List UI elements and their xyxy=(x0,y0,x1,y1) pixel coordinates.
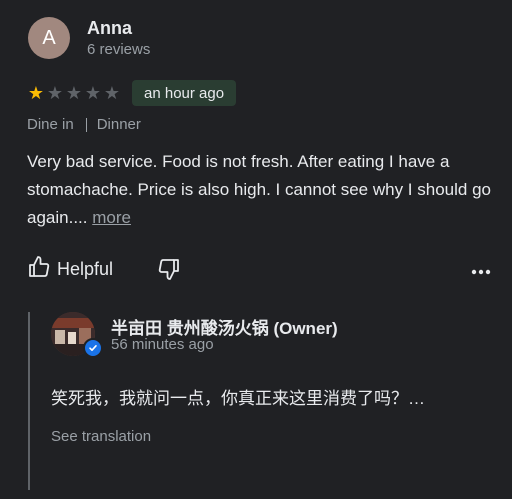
reviewer-review-count: 6 reviews xyxy=(87,41,151,58)
more-link[interactable]: more xyxy=(92,208,131,227)
star-empty-icon: ★ xyxy=(103,83,121,103)
helpful-button[interactable]: Helpful xyxy=(27,255,113,284)
thumbs-up-icon xyxy=(27,255,51,284)
visit-meta: Dine in Dinner xyxy=(27,116,141,133)
more-horiz-icon xyxy=(471,262,491,279)
thumbs-down-icon xyxy=(156,259,182,285)
reply-thread-line xyxy=(28,312,30,490)
meta-divider xyxy=(85,117,87,132)
star-empty-icon: ★ xyxy=(84,83,102,103)
owner-reply-text: 笑死我，我就问一点，你真正来这里消费了吗？… xyxy=(51,389,425,408)
star-rating: ★ ★ ★ ★ ★ xyxy=(27,84,121,102)
star-empty-icon: ★ xyxy=(65,83,83,103)
see-translation-link[interactable]: See translation xyxy=(51,428,151,445)
owner-reply-time: 56 minutes ago xyxy=(111,336,214,353)
more-options-button[interactable] xyxy=(471,262,491,280)
meal-type: Dinner xyxy=(96,116,141,133)
star-filled-icon: ★ xyxy=(27,83,45,103)
review-text: Very bad service. Food is not fresh. Aft… xyxy=(27,148,502,232)
star-empty-icon: ★ xyxy=(46,83,64,103)
dining-type: Dine in xyxy=(27,116,74,133)
reviewer-avatar[interactable]: A xyxy=(28,17,70,59)
reviewer-name[interactable]: Anna xyxy=(87,18,132,39)
verified-badge-icon xyxy=(83,338,103,358)
not-helpful-button[interactable] xyxy=(156,257,182,286)
helpful-label: Helpful xyxy=(57,259,114,279)
time-badge: an hour ago xyxy=(132,80,237,106)
